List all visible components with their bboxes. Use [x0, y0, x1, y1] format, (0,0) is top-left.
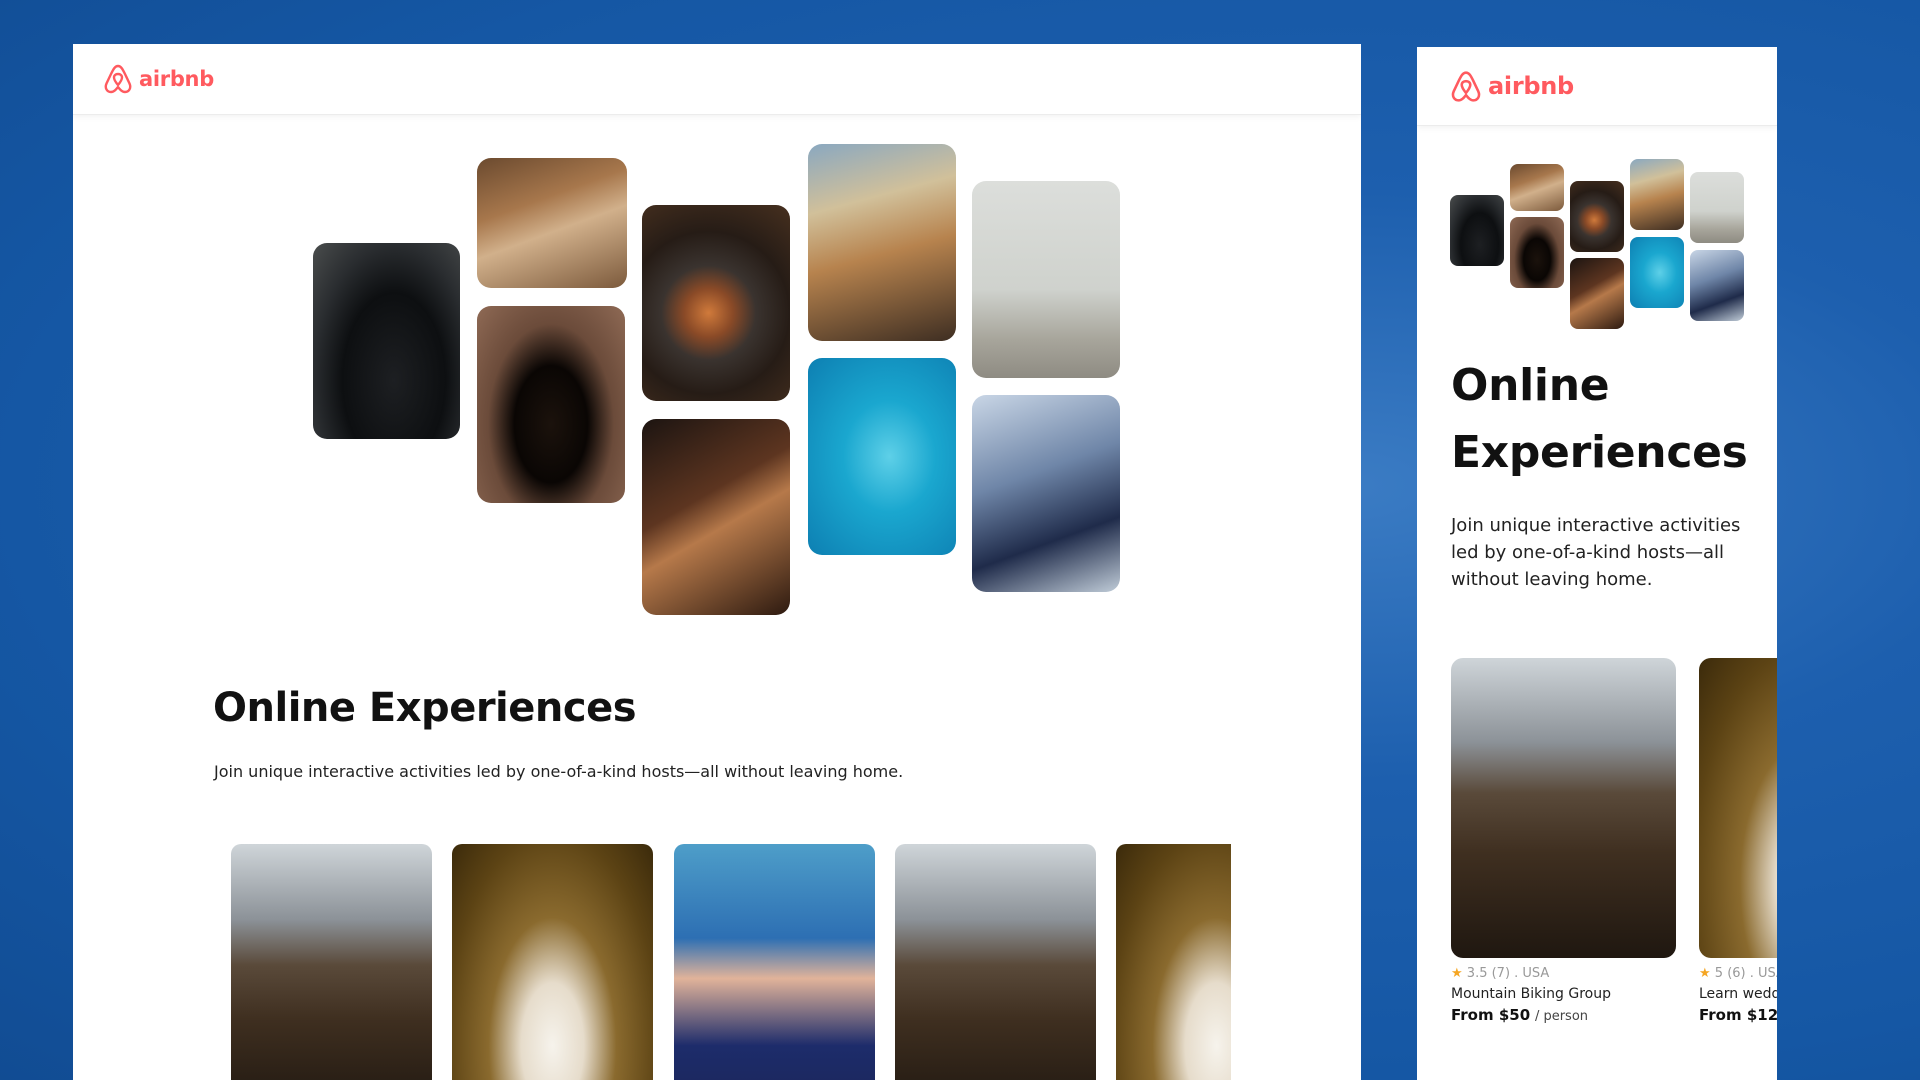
mobile-header: airbnb [1417, 47, 1777, 126]
hero-tile-piano [808, 144, 956, 341]
airbnb-logo-icon [1451, 70, 1481, 102]
card-rating: ★ 5 (6) . USA [1699, 966, 1777, 981]
hero-tile-food-bowl [1570, 181, 1624, 252]
page-title: Online Experiences [213, 685, 637, 731]
hero-tile-piano [1630, 159, 1684, 230]
airbnb-logo[interactable]: airbnb [1450, 69, 1574, 104]
hero-tile-chef [1510, 164, 1564, 211]
card-image-mountain-bike[interactable] [231, 844, 432, 1080]
card-price: From $120 [1699, 1006, 1777, 1024]
airbnb-logo-icon [104, 64, 132, 94]
airbnb-logo[interactable]: airbnb [103, 63, 214, 95]
mobile-preview: airbnb Online Experiences Join unique in… [1417, 47, 1777, 1080]
page-subtitle: Join unique interactive activities led b… [1451, 515, 1741, 590]
brand-name: airbnb [1488, 72, 1574, 100]
card-price-unit: / person [1534, 1009, 1589, 1024]
hero-tile-swimmer [1630, 237, 1684, 308]
hero-tile-cooking [313, 243, 460, 439]
hero-tile-guitar [1570, 258, 1624, 329]
page-subtitle: Join unique interactive activities led b… [214, 762, 904, 781]
card-image-swimmer[interactable] [674, 844, 875, 1080]
hero-tile-yoga [972, 181, 1120, 378]
card-image-mountain-bike[interactable] [1451, 658, 1676, 958]
desktop-preview: airbnb Online Experiences Join unique in… [73, 44, 1361, 1080]
header: airbnb [73, 44, 1361, 115]
brand-name: airbnb [139, 67, 214, 91]
card-rating: ★ 3.5 (7) . USA [1451, 966, 1676, 981]
card-rating-text: 3.5 (7) . USA [1466, 966, 1550, 981]
hero-tile-swimmer [808, 358, 956, 555]
hero-tile-chef [477, 158, 627, 288]
experience-cards [231, 844, 1231, 1080]
card-price-amount: From $120 [1699, 1006, 1777, 1024]
hero-tile-singer [1690, 250, 1744, 321]
page-title: Online Experiences [1451, 360, 1748, 478]
card-image-bride[interactable] [452, 844, 653, 1080]
card-image-bride[interactable] [1699, 658, 1777, 958]
card-price-amount: From $50 [1451, 1006, 1531, 1024]
card-title[interactable]: Mountain Biking Group [1451, 986, 1676, 1002]
hero-tile-food-bowl [642, 205, 790, 401]
card-image-mountain-bike[interactable] [895, 844, 1096, 1080]
star-icon: ★ [1451, 966, 1463, 981]
card-image-bride[interactable] [1116, 844, 1231, 1080]
star-icon: ★ [1699, 966, 1711, 981]
hero-tile-dancer [477, 306, 625, 503]
card-title[interactable]: Learn wedding [1699, 986, 1777, 1002]
hero-tile-dancer [1510, 217, 1564, 288]
hero-tile-guitar [642, 419, 790, 615]
hero-tile-yoga [1690, 172, 1744, 243]
hero-tile-cooking [1450, 195, 1504, 266]
hero-tile-singer [972, 395, 1120, 592]
card-price: From $50 / person [1451, 1006, 1676, 1024]
card-rating-text: 5 (6) . USA [1714, 966, 1777, 981]
